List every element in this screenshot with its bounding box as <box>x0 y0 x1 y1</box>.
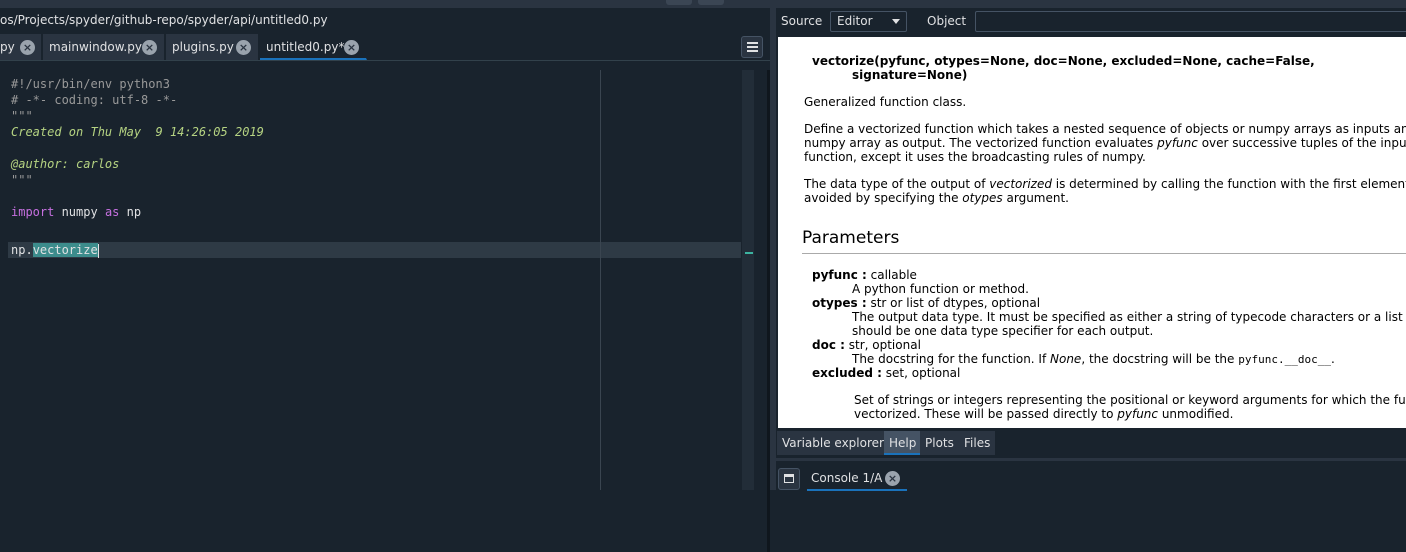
keyword: import <box>11 205 55 219</box>
tab-variable-explorer[interactable]: Variable explorer <box>777 431 890 455</box>
param-description: vectorized. These will be passed directl… <box>854 407 1234 421</box>
section-divider <box>802 253 1406 254</box>
console-tab-label: Console 1/A <box>811 471 883 485</box>
summary-text: Generalized function class. <box>804 95 967 109</box>
code-line: #!/usr/bin/env python3 <box>11 77 170 91</box>
param-description: The docstring for the function. If None,… <box>852 352 1335 366</box>
tab-mainwindow[interactable]: mainwindow.py × <box>43 34 165 60</box>
tab-console[interactable]: Console 1/A × <box>807 465 907 491</box>
scrollbar-marker <box>745 252 753 254</box>
code-line: Created on Thu May 9 14:26:05 2019 <box>11 125 264 139</box>
param-entry: otypes : str or list of dtypes, optional <box>812 296 1041 310</box>
param-description: Set of strings or integers representing … <box>854 393 1406 407</box>
help-pane: Source Editor Object vectorize(pyfunc, o… <box>776 8 1406 491</box>
code-line: # -*- coding: utf-8 -*- <box>11 93 178 107</box>
source-label: Source <box>781 14 823 28</box>
tab-help[interactable]: Help <box>884 431 923 455</box>
close-icon[interactable]: × <box>885 471 900 486</box>
tab-untitled0[interactable]: untitled0.py* × <box>260 34 367 60</box>
code-token: numpy <box>54 205 105 219</box>
editor-tab-bar: py × mainwindow.py × plugins.py × untitl… <box>0 33 770 61</box>
description-text: The data type of the output of vectorize… <box>804 177 1406 191</box>
signature-line: signature=None) <box>852 68 968 82</box>
tab-label: mainwindow.py <box>49 40 142 54</box>
tab-py[interactable]: py × <box>0 34 42 60</box>
description-text: function, except it uses the broadcastin… <box>804 150 1146 164</box>
tab-label: py <box>0 40 15 54</box>
param-entry: doc : str, optional <box>812 338 921 352</box>
console-tab-bar: Console 1/A × <box>776 458 1406 491</box>
editor-gutter <box>0 70 8 490</box>
code-editor[interactable]: #!/usr/bin/env python3 # -*- coding: utf… <box>0 70 770 552</box>
code-token: np <box>119 205 142 219</box>
parameters-heading: Parameters <box>802 228 900 248</box>
code-token: np. <box>11 243 33 257</box>
signature-line: vectorize(pyfunc, otypes=None, doc=None,… <box>812 54 1315 68</box>
code-line: np.vectorize <box>11 242 99 258</box>
description-text: Define a vectorized function which takes… <box>804 122 1406 136</box>
toolbar-button[interactable] <box>666 0 692 5</box>
description-text: avoided by specifying the otypes argumen… <box>804 191 1069 205</box>
param-description: should be one data type specifier for ea… <box>852 324 1154 338</box>
code-line: """ <box>11 173 33 187</box>
param-description: The output data type. It must be specifi… <box>852 310 1406 324</box>
console-options-icon[interactable] <box>778 468 800 490</box>
code-line: import numpy as np <box>11 204 141 220</box>
hamburger-menu-icon[interactable] <box>741 36 763 58</box>
param-entry: pyfunc : callable <box>812 268 917 282</box>
top-toolbar-strip <box>0 0 1406 8</box>
description-text: numpy array as output. The vectorized fu… <box>804 136 1406 150</box>
param-entry: excluded : set, optional <box>812 366 961 380</box>
help-content[interactable]: vectorize(pyfunc, otypes=None, doc=None,… <box>778 37 1406 428</box>
chevron-down-icon <box>892 19 900 24</box>
code-line: @author: carlos <box>11 157 120 171</box>
text-caret <box>97 243 99 258</box>
tab-plots[interactable]: Plots <box>920 431 960 455</box>
tab-files[interactable]: Files <box>959 431 997 455</box>
tab-plugins[interactable]: plugins.py × <box>166 34 259 60</box>
close-icon[interactable]: × <box>20 40 35 55</box>
tab-label: untitled0.py* <box>266 40 345 54</box>
file-path-label: os/Projects/spyder/github-repo/spyder/ap… <box>0 13 328 27</box>
close-icon[interactable]: × <box>344 40 359 55</box>
tab-label: plugins.py <box>172 40 234 54</box>
keyword: as <box>104 205 120 219</box>
current-line-highlight <box>8 242 741 258</box>
selected-text: vectorize <box>32 243 98 257</box>
param-description: A python function or method. <box>852 282 1029 296</box>
edge-line <box>600 70 601 490</box>
code-line: """ <box>11 109 33 123</box>
source-combobox[interactable]: Editor <box>830 11 907 32</box>
editor-pane: os/Projects/spyder/github-repo/spyder/ap… <box>0 8 770 552</box>
close-icon[interactable]: × <box>142 40 157 55</box>
close-icon[interactable]: × <box>236 40 251 55</box>
object-input[interactable] <box>975 11 1406 32</box>
object-label: Object <box>927 14 967 28</box>
help-toolbar: Source Editor Object <box>776 8 1406 35</box>
editor-scrollbar[interactable] <box>742 70 754 490</box>
toolbar-button[interactable] <box>698 0 724 5</box>
source-combobox-value: Editor <box>837 14 873 28</box>
pane-tab-bar: Variable explorer Help Plots Files <box>776 430 1406 456</box>
